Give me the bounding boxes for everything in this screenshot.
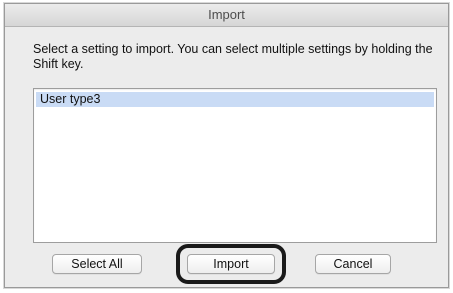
settings-listbox[interactable]: User type3 [33, 88, 437, 243]
cancel-button[interactable]: Cancel [315, 254, 391, 274]
dialog-title: Import [5, 4, 448, 27]
instruction-text: Select a setting to import. You can sele… [33, 42, 433, 71]
import-dialog: Import Select a setting to import. You c… [4, 3, 449, 288]
import-button[interactable]: Import [187, 254, 275, 274]
list-item-user-type3[interactable]: User type3 [36, 92, 434, 107]
select-all-button[interactable]: Select All [52, 254, 142, 274]
